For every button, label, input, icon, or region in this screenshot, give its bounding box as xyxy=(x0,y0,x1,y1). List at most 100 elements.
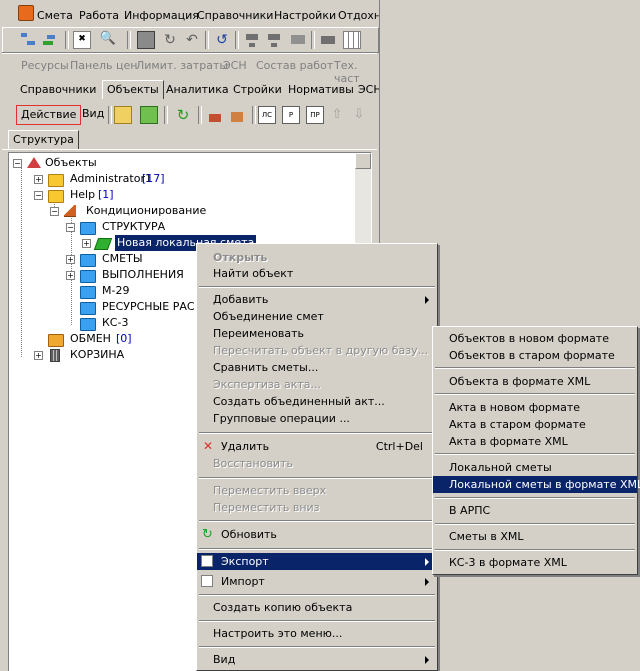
export-local-smeta[interactable]: Локальной сметы xyxy=(433,459,637,476)
doc-r-icon[interactable]: Р xyxy=(282,106,300,124)
doc-pr-icon[interactable]: ПР xyxy=(306,106,324,124)
menu-delete[interactable]: ✕ Удалить Ctrl+Del xyxy=(197,438,437,455)
export-object-xml[interactable]: Объекта в формате XML xyxy=(433,373,637,390)
refresh-icon[interactable]: ↻ xyxy=(174,106,192,124)
tree-move-icon[interactable] xyxy=(41,31,59,49)
folder-up-icon[interactable] xyxy=(114,106,132,124)
grid-icon[interactable] xyxy=(343,31,361,49)
tab-esn[interactable]: ЭСН xyxy=(354,81,379,99)
action-toolbar: Действие Вид ↻ ЛС Р ПР ⇧ ⇩ xyxy=(2,103,377,127)
doc-ls-icon[interactable]: ЛС xyxy=(258,106,276,124)
menu-open[interactable]: Открыть xyxy=(197,249,437,266)
toolbar-limit[interactable]: Лимит. затраты xyxy=(136,59,228,72)
export-smety-xml[interactable]: Сметы в XML xyxy=(433,528,637,545)
menu-export[interactable]: Экспорт xyxy=(197,553,437,570)
arrow-up-icon[interactable]: ⇧ xyxy=(328,106,346,124)
delete-icon: ✕ xyxy=(203,439,214,453)
toolbar-resursy[interactable]: Ресурсы xyxy=(21,59,69,72)
menu-separator xyxy=(199,477,435,479)
menu-compare[interactable]: Сравнить сметы... xyxy=(197,359,437,376)
collapse-icon[interactable]: − xyxy=(13,159,22,168)
menu-move-up[interactable]: Переместить вверх xyxy=(197,482,437,499)
export-objects-new[interactable]: Объектов в новом формате xyxy=(433,330,637,347)
folder-icon xyxy=(48,174,64,187)
undo-icon[interactable]: ↶ xyxy=(183,31,201,49)
menu-view[interactable]: Вид xyxy=(197,651,437,668)
menu-customize[interactable]: Настроить это меню... xyxy=(197,625,437,642)
tab-obekty[interactable]: Объекты xyxy=(102,80,164,99)
menu-group-ops[interactable]: Групповые операции ... xyxy=(197,410,437,427)
menu-label: Переименовать xyxy=(213,327,305,340)
submenu-arrow-icon xyxy=(425,656,429,664)
comment-icon[interactable] xyxy=(289,31,307,49)
menu-label: Объединение смет xyxy=(213,310,324,323)
menu-separator xyxy=(199,646,435,648)
menu-recalc[interactable]: Пересчитать объект в другую базу... xyxy=(197,342,437,359)
save-icon[interactable] xyxy=(137,31,155,49)
export-act-new[interactable]: Акта в новом формате xyxy=(433,399,637,416)
tab-spravochniki[interactable]: Справочники xyxy=(16,81,100,99)
house-icon[interactable] xyxy=(206,106,224,124)
estimate-book-icon xyxy=(93,238,113,250)
menu-add[interactable]: Добавить xyxy=(197,291,437,308)
menu-info[interactable]: Информация xyxy=(124,9,199,22)
collapse-icon[interactable]: − xyxy=(66,223,75,232)
toolbar-sostav[interactable]: Состав работ xyxy=(256,59,333,72)
menu-import[interactable]: Импорт xyxy=(197,573,437,590)
menu-move-down[interactable]: Переместить вниз xyxy=(197,499,437,516)
export-act-old[interactable]: Акта в старом формате xyxy=(433,416,637,433)
scroll-up-button[interactable] xyxy=(355,153,371,169)
tree-icon[interactable] xyxy=(19,31,37,49)
app-icon[interactable] xyxy=(18,5,34,21)
menu-separator xyxy=(435,523,635,525)
menu-refresh[interactable]: ↻ Обновить xyxy=(197,526,437,543)
menu-rename[interactable]: Переименовать xyxy=(197,325,437,342)
menu-expertise[interactable]: Экспертиза акта... xyxy=(197,376,437,393)
action-button[interactable]: Действие xyxy=(16,105,82,125)
menu-copy-object[interactable]: Создать копию объекта xyxy=(197,599,437,616)
toolbar-esn[interactable]: ЭСН xyxy=(223,59,247,72)
menu-restore[interactable]: Восстановить xyxy=(197,455,437,472)
people-icon[interactable] xyxy=(228,106,246,124)
collapse-icon[interactable]: − xyxy=(34,191,43,200)
menu-create-merged[interactable]: Создать объединенный акт... xyxy=(197,393,437,410)
import-icon xyxy=(201,575,213,587)
update-icon[interactable]: ↺ xyxy=(213,31,231,49)
menu-otdohn[interactable]: Отдохн xyxy=(338,9,379,22)
toolbar-panel-cen[interactable]: Панель цен xyxy=(70,59,137,72)
menu-separator xyxy=(199,286,435,288)
arrow-down-icon[interactable]: ⇩ xyxy=(350,106,368,124)
export-arps[interactable]: В АРПС xyxy=(433,502,637,519)
expand-icon[interactable]: + xyxy=(82,239,91,248)
tab-stroiki[interactable]: Стройки xyxy=(229,81,286,99)
view-button[interactable]: Вид xyxy=(82,107,104,120)
export-act-xml[interactable]: Акта в формате XML xyxy=(433,433,637,450)
network-icon[interactable] xyxy=(243,31,261,49)
expand-icon[interactable]: + xyxy=(34,351,43,360)
menu-rabota[interactable]: Работа xyxy=(79,9,119,22)
export-ks3-xml[interactable]: КС-3 в формате XML xyxy=(433,554,637,571)
tab-analitika[interactable]: Аналитика xyxy=(162,81,233,99)
folder-minus-icon[interactable] xyxy=(140,106,158,124)
tab-struktura[interactable]: Структура xyxy=(8,130,79,149)
refresh-icon[interactable]: ↻ xyxy=(161,31,179,49)
tree-connector xyxy=(21,165,22,357)
node-label: РЕСУРСНЫЕ РАС xyxy=(102,300,195,313)
menu-nastroiki[interactable]: Настройки xyxy=(274,9,336,22)
machine-icon[interactable] xyxy=(319,31,337,49)
collapse-icon[interactable]: − xyxy=(50,207,59,216)
tab-normativy[interactable]: Нормативы xyxy=(284,81,358,99)
menu-smeta[interactable]: Смета xyxy=(37,9,73,22)
expand-icon[interactable]: + xyxy=(34,175,43,184)
export-objects-old[interactable]: Объектов в старом формате xyxy=(433,347,637,364)
menu-label: Открыть xyxy=(213,251,268,264)
excel-icon[interactable]: ✖ xyxy=(73,31,91,49)
expand-icon[interactable]: + xyxy=(66,255,75,264)
expand-icon[interactable]: + xyxy=(66,271,75,280)
menu-merge[interactable]: Объединение смет xyxy=(197,308,437,325)
network-add-icon[interactable] xyxy=(265,31,283,49)
menu-find-object[interactable]: Найти объект xyxy=(197,265,437,282)
export-local-smeta-xml[interactable]: Локальной сметы в формате XML xyxy=(433,476,640,493)
search-icon[interactable]: 🔍 xyxy=(99,31,117,49)
menu-spravochniki[interactable]: Справочники xyxy=(197,9,273,22)
